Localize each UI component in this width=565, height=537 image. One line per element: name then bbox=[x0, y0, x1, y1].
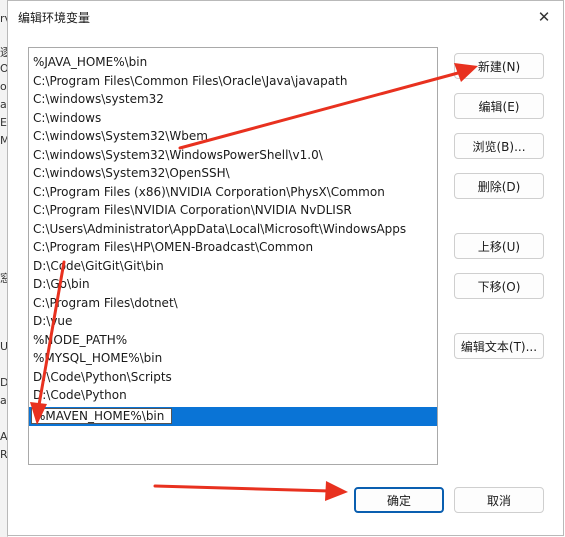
cancel-button[interactable]: 取消 bbox=[454, 487, 544, 513]
list-item[interactable]: D:\Code\Python\Scripts bbox=[29, 368, 437, 387]
list-item[interactable]: D:\Code\GitGit\Git\bin bbox=[29, 257, 437, 276]
close-button[interactable]: ✕ bbox=[533, 7, 555, 27]
edit-text-button[interactable]: 编辑文本(T)... bbox=[454, 333, 544, 359]
list-item-editing[interactable] bbox=[29, 407, 437, 426]
close-icon: ✕ bbox=[537, 8, 551, 26]
list-item[interactable]: %NODE_PATH% bbox=[29, 331, 437, 350]
title-bar[interactable]: 编辑环境变量 ✕ bbox=[8, 1, 563, 33]
move-down-button[interactable]: 下移(O) bbox=[454, 273, 544, 299]
browse-button[interactable]: 浏览(B)... bbox=[454, 133, 544, 159]
list-item[interactable]: C:\windows\system32 bbox=[29, 90, 437, 109]
delete-button[interactable]: 删除(D) bbox=[454, 173, 544, 199]
edit-button[interactable]: 编辑(E) bbox=[454, 93, 544, 119]
list-item[interactable]: C:\Users\Administrator\AppData\Local\Mic… bbox=[29, 220, 437, 239]
list-item[interactable]: C:\windows\System32\OpenSSH\ bbox=[29, 164, 437, 183]
edit-environment-variable-dialog: 编辑环境变量 ✕ %JAVA_HOME%\bin C:\Program File… bbox=[7, 0, 564, 536]
path-list[interactable]: %JAVA_HOME%\bin C:\Program Files\Common … bbox=[28, 47, 438, 465]
list-item[interactable]: D:\vue bbox=[29, 312, 437, 331]
list-item[interactable]: C:\Program Files\NVIDIA Corporation\NVID… bbox=[29, 201, 437, 220]
path-edit-input[interactable] bbox=[31, 408, 172, 424]
list-item[interactable]: C:\windows\System32\WindowsPowerShell\v1… bbox=[29, 146, 437, 165]
list-item[interactable]: C:\Program Files\Common Files\Oracle\Jav… bbox=[29, 72, 437, 91]
list-item[interactable]: C:\windows bbox=[29, 109, 437, 128]
list-item[interactable]: C:\windows\System32\Wbem bbox=[29, 127, 437, 146]
move-up-button[interactable]: 上移(U) bbox=[454, 233, 544, 259]
list-item[interactable]: C:\Program Files (x86)\NVIDIA Corporatio… bbox=[29, 183, 437, 202]
dialog-title: 编辑环境变量 bbox=[18, 11, 91, 25]
list-item[interactable]: D:\Code\Python bbox=[29, 386, 437, 405]
list-item[interactable]: D:\Go\bin bbox=[29, 275, 437, 294]
list-item[interactable]: C:\Program Files\HP\OMEN-Broadcast\Commo… bbox=[29, 238, 437, 257]
list-item[interactable]: C:\Program Files\dotnet\ bbox=[29, 294, 437, 313]
list-item[interactable]: %JAVA_HOME%\bin bbox=[29, 53, 437, 72]
list-item[interactable]: %MYSQL_HOME%\bin bbox=[29, 349, 437, 368]
new-button[interactable]: 新建(N) bbox=[454, 53, 544, 79]
ok-button[interactable]: 确定 bbox=[354, 487, 444, 513]
